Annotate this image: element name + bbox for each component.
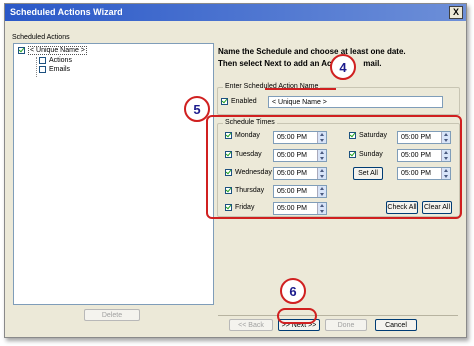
tree-connector (36, 57, 37, 77)
callout-5: 5 (184, 96, 210, 122)
enabled-checkbox-row[interactable]: Enabled (221, 98, 257, 105)
done-button[interactable]: Done (325, 319, 367, 331)
cancel-button[interactable]: Cancel (375, 319, 417, 331)
tree-item-label: Actions (49, 57, 72, 64)
scheduled-actions-tree[interactable]: < Unique Name > Actions Emails (13, 43, 214, 305)
callout-6: 6 (280, 278, 306, 304)
action-name-input[interactable]: < Unique Name > (268, 96, 443, 108)
enabled-label: Enabled (231, 98, 257, 105)
tree-item-unique-name[interactable]: < Unique Name > (18, 46, 87, 55)
tree-item-checkbox[interactable] (18, 47, 25, 54)
highlight-underline-4 (265, 87, 336, 90)
window-titlebar[interactable]: Scheduled Actions Wizard X (5, 4, 466, 21)
tree-item-checkbox[interactable] (39, 66, 46, 73)
instructions-line-2-start: Then select Next to add an Actio (218, 59, 342, 68)
enabled-checkbox[interactable] (221, 98, 228, 105)
callout-4: 4 (330, 54, 356, 80)
tree-item-label: < Unique Name > (28, 46, 87, 55)
instructions-line-2-end: mail. (363, 59, 382, 68)
back-button[interactable]: << Back (229, 319, 273, 331)
bottom-separator (218, 315, 458, 316)
highlight-next-button (277, 308, 317, 324)
tree-item-checkbox[interactable] (39, 57, 46, 64)
close-button[interactable]: X (449, 6, 463, 19)
tree-item-actions[interactable]: Actions (39, 56, 72, 65)
tree-item-label: Emails (49, 66, 71, 73)
delete-button[interactable]: Delete (84, 309, 140, 321)
tree-item-emails[interactable]: Emails (39, 65, 70, 74)
highlight-box-schedule (206, 115, 462, 219)
window-title: Scheduled Actions Wizard (10, 7, 123, 17)
scheduled-actions-label: Scheduled Actions (12, 34, 70, 41)
